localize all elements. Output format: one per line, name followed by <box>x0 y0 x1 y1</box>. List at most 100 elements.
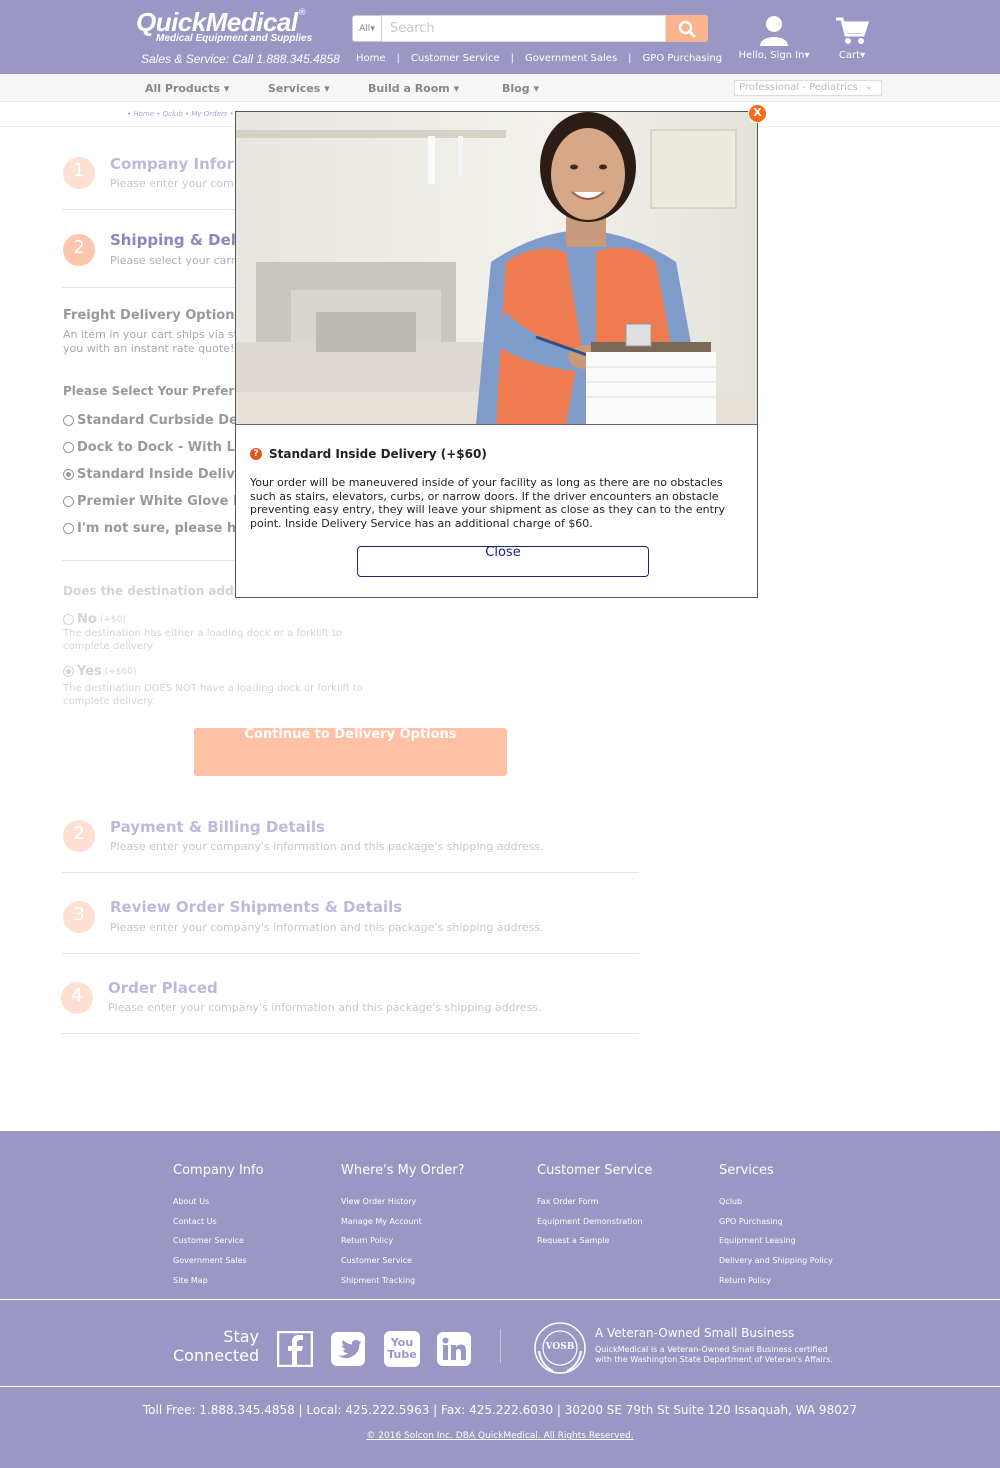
search-icon <box>678 20 696 37</box>
footer-link-qclub[interactable]: Qclub <box>719 1192 833 1212</box>
nav-separator: | <box>396 53 400 64</box>
continue-to-delivery-button[interactable]: Continue to Delivery Options <box>194 728 507 776</box>
radio-button[interactable] <box>63 415 74 426</box>
footer-link-fax-order-form[interactable]: Fax Order Form <box>537 1192 652 1212</box>
nav-label: Blog <box>502 82 530 95</box>
delivery-worker-illustration <box>236 112 757 424</box>
facebook-icon[interactable] <box>277 1331 313 1367</box>
inside-delivery-modal: ? Standard Inside Delivery (+$60) Your o… <box>235 111 758 598</box>
footer-link-about-us[interactable]: About Us <box>173 1192 264 1212</box>
step-review-title[interactable]: Review Order Shipments & Details <box>110 898 402 916</box>
footer-col-customer-service: Customer Service Fax Order Form Equipmen… <box>537 1163 652 1251</box>
freight-desc-line-1: An item in your cart ships via st <box>63 328 239 341</box>
cart-icon <box>836 17 869 44</box>
nav-separator: | <box>628 53 632 64</box>
footer-link-customer-service[interactable]: Customer Service <box>341 1251 465 1271</box>
modal-body-text: Your order will be maneuvered inside of … <box>250 476 725 530</box>
chevron-down-icon: ▾ <box>453 82 460 95</box>
chevron-down-icon: ▾ <box>370 23 375 34</box>
chevron-down-icon: ⌄ <box>864 81 873 92</box>
footer-link-government-sales[interactable]: Government Sales <box>173 1251 264 1271</box>
site-footer: Company Info About Us Contact Us Custome… <box>0 1131 1000 1468</box>
radio-button[interactable] <box>63 614 74 625</box>
radio-button[interactable] <box>63 496 74 507</box>
footer-link-return-policy[interactable]: Return Policy <box>719 1271 833 1291</box>
modal-close-button[interactable]: Close <box>357 546 649 577</box>
footer-link-site-map[interactable]: Site Map <box>173 1271 264 1291</box>
vosb-text: QuickMedical is a Veteran-Owned Small Bu… <box>595 1345 833 1364</box>
top-link-government-sales[interactable]: Government Sales <box>525 53 617 64</box>
freight-title: Freight Delivery Options <box>63 308 243 323</box>
destination-option-no[interactable]: No (+$0) <box>63 612 126 627</box>
footer-link-contact-us[interactable]: Contact Us <box>173 1212 264 1232</box>
radio-button-selected[interactable] <box>63 666 74 677</box>
option-label: Yes <box>77 664 102 679</box>
modal-close-icon[interactable]: X <box>748 104 767 123</box>
sales-phone-line: Sales & Service: Call 1.888.345.4858 <box>141 52 340 66</box>
cart-label: Cart <box>838 50 861 61</box>
destination-option-yes[interactable]: Yes (+$60) <box>63 664 137 679</box>
footer-col-title: Company Info <box>173 1163 264 1178</box>
search-bar: All ▾ <box>352 15 708 42</box>
step-payment-title[interactable]: Payment & Billing Details <box>110 818 325 836</box>
modal-title: Standard Inside Delivery (+$60) <box>269 447 487 461</box>
twitter-icon[interactable] <box>330 1331 366 1367</box>
search-button[interactable] <box>666 15 708 42</box>
step-payment-circle: 2 <box>63 820 95 852</box>
delivery-worker-photo <box>236 112 757 425</box>
top-link-customer-service[interactable]: Customer Service <box>411 53 500 64</box>
footer-link-equipment-demo[interactable]: Equipment Demonstration <box>537 1212 652 1232</box>
footer-col-company-info: Company Info About Us Contact Us Custome… <box>173 1163 264 1291</box>
radio-button[interactable] <box>63 523 74 534</box>
footer-link-return-policy[interactable]: Return Policy <box>341 1231 465 1251</box>
site-header: QuickMedical® Medical Equipment and Supp… <box>0 0 1000 74</box>
linkedin-icon[interactable] <box>436 1331 472 1367</box>
step-placed-subtitle: Please enter your company's information … <box>108 1001 542 1014</box>
breadcrumb[interactable]: • Home • Qclub • My Orders • O <box>127 110 242 118</box>
footer-link-shipment-tracking[interactable]: Shipment Tracking <box>341 1271 465 1291</box>
vosb-title: A Veteran-Owned Small Business <box>595 1326 795 1340</box>
search-category-dropdown[interactable]: All ▾ <box>352 15 382 42</box>
step-company-subtitle: Please enter your com <box>110 177 234 190</box>
destination-question: Does the destination address <box>63 584 263 598</box>
freight-option-not-sure[interactable]: I'm not sure, please have <box>63 521 262 536</box>
nav-label: All Products <box>145 82 220 95</box>
nav-blog[interactable]: Blog ▾ <box>502 82 539 95</box>
divider <box>62 287 236 288</box>
footer-divider <box>0 1386 1000 1387</box>
youtube-icon[interactable]: You Tube <box>384 1331 420 1367</box>
search-input[interactable] <box>382 15 666 42</box>
radio-button[interactable] <box>63 442 74 453</box>
footer-link-equipment-leasing[interactable]: Equipment Leasing <box>719 1231 833 1251</box>
footer-link-customer-service[interactable]: Customer Service <box>173 1231 264 1251</box>
footer-col-title: Services <box>719 1163 774 1178</box>
nav-label: Services <box>268 82 321 95</box>
step-placed-title[interactable]: Order Placed <box>108 979 218 997</box>
freight-desc-line-2: you with an instant rate quote! <box>63 342 235 355</box>
radio-button-selected[interactable] <box>63 469 74 480</box>
nav-all-products[interactable]: All Products ▾ <box>145 82 229 95</box>
chevron-down-icon: ▾ <box>533 82 539 95</box>
footer-link-manage-account[interactable]: Manage My Account <box>341 1212 465 1232</box>
nav-separator: | <box>510 53 514 64</box>
footer-copyright[interactable]: © 2016 Solcon Inc. DBA QuickMedical. All… <box>0 1431 1000 1441</box>
divider <box>61 1033 638 1034</box>
freight-option-curbside[interactable]: Standard Curbside Delive <box>63 413 264 428</box>
footer-link-request-sample[interactable]: Request a Sample <box>537 1231 652 1251</box>
destination-no-desc: The destination has either a loading doc… <box>63 628 343 652</box>
footer-link-gpo-purchasing[interactable]: GPO Purchasing <box>719 1212 833 1232</box>
modal-title-row: ? Standard Inside Delivery (+$60) <box>250 447 487 461</box>
destination-yes-desc: The destination DOES NOT have a loading … <box>63 683 363 707</box>
footer-link-delivery-shipping-policy[interactable]: Delivery and Shipping Policy <box>719 1251 833 1271</box>
vosb-seal-text: VOSB <box>545 1342 575 1352</box>
nav-build-a-room[interactable]: Build a Room ▾ <box>368 82 459 95</box>
top-link-gpo-purchasing[interactable]: GPO Purchasing <box>643 53 723 64</box>
divider <box>62 209 236 210</box>
footer-link-view-order-history[interactable]: View Order History <box>341 1192 465 1212</box>
nav-services[interactable]: Services ▾ <box>268 82 330 95</box>
top-link-home[interactable]: Home <box>356 53 386 64</box>
footer-col-title: Customer Service <box>537 1163 653 1178</box>
profession-select[interactable]: Professional - Pediatrics ⌄ <box>734 80 882 96</box>
quickmedical-logo[interactable]: QuickMedical® Medical Equipment and Supp… <box>136 8 312 44</box>
chevron-down-icon: ▾ <box>223 82 230 95</box>
